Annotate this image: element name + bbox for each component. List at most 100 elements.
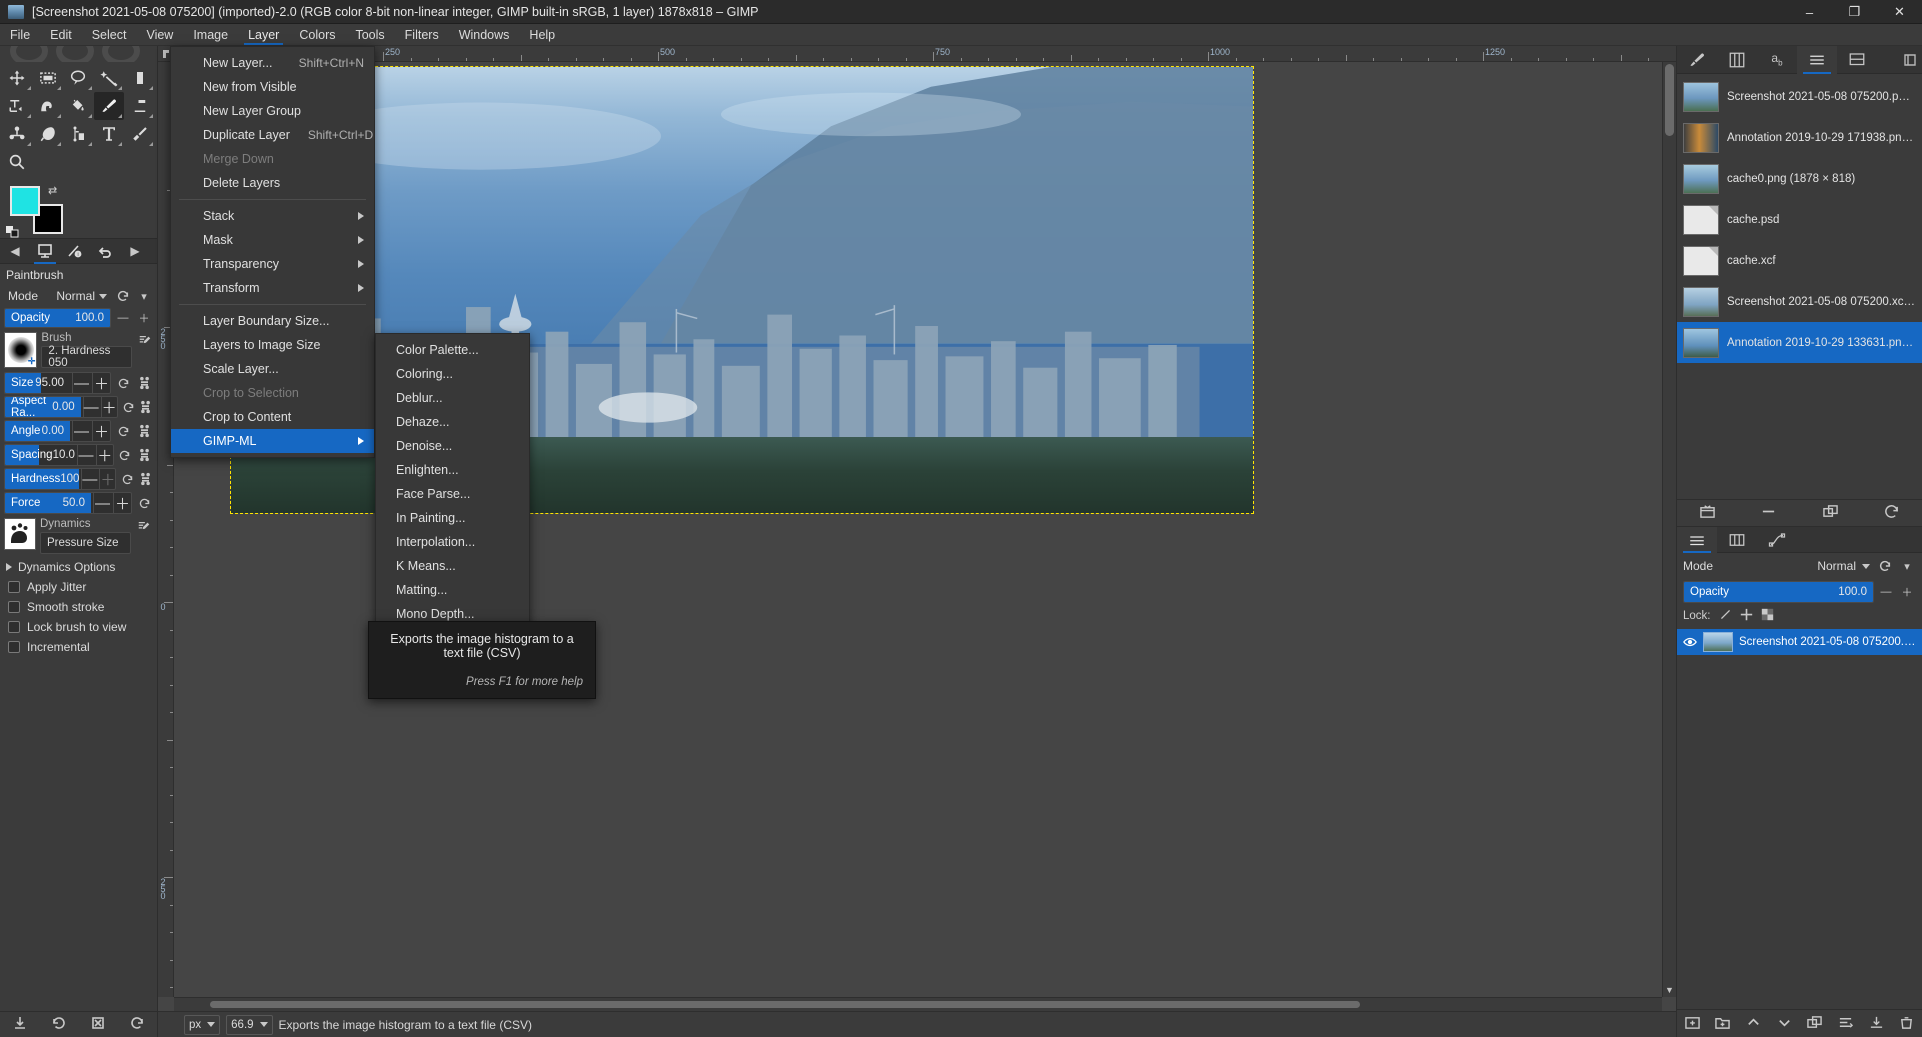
layer-mode-switch-icon[interactable] — [1876, 557, 1894, 575]
layer-opacity-slider[interactable]: Opacity 100.0 — [1683, 581, 1874, 603]
brush-selector[interactable]: 2. Hardness 050 — [41, 345, 133, 369]
reset-tool-options-icon[interactable] — [129, 1015, 145, 1034]
opacity-minus-icon[interactable]: — — [114, 309, 132, 327]
menu-item-deblur[interactable]: Deblur... — [376, 386, 529, 410]
layer-list[interactable]: Screenshot 2021-05-08 075200.png — [1677, 627, 1922, 1009]
angle-slider[interactable]: Angle 0.00 — [5, 421, 70, 441]
hardness-reset-icon[interactable] — [119, 470, 134, 488]
aspect-ratio-plus-icon[interactable]: ＋ — [100, 397, 117, 417]
menu-item-new-layer-group[interactable]: New Layer Group — [171, 99, 374, 123]
measure-tool[interactable] — [63, 120, 94, 148]
list-item[interactable]: Annotation 2019-10-29 171938.png (1920 ×… — [1677, 117, 1922, 158]
horizontal-ruler[interactable]: 250 500 750 1000 1250 — [174, 46, 1662, 62]
dock-menu-icon[interactable] — [1898, 53, 1922, 66]
color-picker-tool[interactable] — [124, 120, 155, 148]
paths-tab[interactable] — [1757, 527, 1797, 553]
menu-item-mask[interactable]: Mask — [171, 228, 374, 252]
menu-item-layers-to-image-size[interactable]: Layers to Image Size — [171, 333, 374, 357]
paintbrush-tool[interactable] — [93, 92, 125, 120]
layer-menu-dropdown[interactable]: New Layer... Shift+Ctrl+N New from Visib… — [170, 46, 375, 458]
size-slider[interactable]: Size 95.00 — [5, 373, 70, 393]
brush-preview[interactable]: ✛ — [4, 332, 38, 368]
undo-history-tab[interactable] — [90, 238, 120, 264]
angle-plus-icon[interactable]: ＋ — [92, 421, 110, 441]
aspect-ratio-slider[interactable]: Aspect Ra... 0.00 — [5, 397, 81, 417]
mode-reset-icon[interactable] — [114, 287, 132, 305]
channels-tab[interactable] — [1717, 527, 1757, 553]
dynamics-preview[interactable] — [4, 518, 36, 550]
smooth-stroke-checkbox[interactable] — [8, 601, 20, 613]
menu-item-denoise[interactable]: Denoise... — [376, 434, 529, 458]
menu-item-scale-layer[interactable]: Scale Layer... — [171, 357, 374, 381]
tool-preset-menu-icon[interactable]: ▾ — [135, 287, 153, 305]
menu-edit[interactable]: Edit — [40, 24, 82, 45]
spacing-slider[interactable]: Spacing 10.0 — [5, 445, 76, 465]
menu-select[interactable]: Select — [82, 24, 137, 45]
zoom-tool[interactable] — [2, 148, 33, 176]
menu-layer[interactable]: Layer — [238, 24, 289, 45]
new-layer-group-button[interactable] — [1714, 1015, 1731, 1033]
fonts-tab[interactable]: ab — [1757, 46, 1797, 74]
aspect-ratio-link-icon[interactable] — [138, 398, 153, 416]
brush-edit-icon[interactable] — [136, 332, 153, 350]
raise-layer-button[interactable] — [1745, 1015, 1762, 1033]
merge-layer-button[interactable] — [1868, 1015, 1885, 1033]
size-plus-icon[interactable]: ＋ — [92, 373, 110, 393]
restore-tool-options-icon[interactable] — [51, 1015, 67, 1034]
images-list[interactable]: Screenshot 2021-05-08 075200.png (1878 ×… — [1677, 74, 1922, 499]
raise-view-button[interactable] — [1699, 504, 1716, 522]
layer-opacity-minus-icon[interactable]: — — [1877, 583, 1895, 601]
menu-item-delete-layers[interactable]: Delete Layers — [171, 171, 374, 195]
layer-opacity-plus-icon[interactable]: ＋ — [1898, 583, 1916, 601]
close-button[interactable]: ✕ — [1877, 0, 1922, 24]
images-tab[interactable] — [1797, 45, 1837, 74]
menu-image[interactable]: Image — [183, 24, 238, 45]
menu-item-gimp-ml[interactable]: GIMP-ML — [171, 429, 374, 453]
menu-item-transform[interactable]: Transform — [171, 276, 374, 300]
layer-mode-menu-icon[interactable]: ▾ — [1898, 557, 1916, 575]
list-item[interactable]: cache.psd — [1677, 199, 1922, 240]
menu-item-in-painting[interactable]: In Painting... — [376, 506, 529, 530]
menu-item-matting[interactable]: Matting... — [376, 578, 529, 602]
maximize-button[interactable]: ❐ — [1832, 0, 1877, 24]
spacing-link-icon[interactable] — [136, 446, 153, 464]
menu-windows[interactable]: Windows — [449, 24, 520, 45]
lock-position-icon[interactable] — [1740, 608, 1753, 624]
menu-item-color-palette[interactable]: Color Palette... — [376, 338, 529, 362]
menu-item-new-from-visible[interactable]: New from Visible — [171, 75, 374, 99]
lock-pixels-icon[interactable] — [1719, 608, 1732, 624]
menu-item-crop-to-content[interactable]: Crop to Content — [171, 405, 374, 429]
vertical-scrollbar[interactable]: ▼ — [1662, 62, 1676, 997]
menu-item-enlighten[interactable]: Enlighten... — [376, 458, 529, 482]
document-history-tab[interactable] — [1837, 46, 1877, 74]
anchor-layer-button[interactable] — [1837, 1015, 1854, 1033]
list-item[interactable]: cache.xcf — [1677, 240, 1922, 281]
delete-button[interactable] — [1760, 504, 1777, 522]
blend-mode-dropdown[interactable]: Mode Normal — [4, 286, 111, 306]
horizontal-scrollbar-thumb[interactable] — [210, 1001, 1360, 1008]
angle-link-icon[interactable] — [135, 422, 153, 440]
list-item[interactable]: Screenshot 2021-05-08 075200.png (1878 ×… — [1677, 76, 1922, 117]
lock-brush-to-view-checkbox[interactable] — [8, 621, 20, 633]
force-plus-icon[interactable]: ＋ — [113, 493, 131, 513]
size-minus-icon[interactable]: — — [72, 373, 90, 393]
duplicate-layer-button[interactable] — [1806, 1015, 1823, 1033]
size-reset-icon[interactable] — [114, 374, 132, 392]
angle-minus-icon[interactable]: — — [72, 421, 90, 441]
menu-item-layer-boundary-size[interactable]: Layer Boundary Size... — [171, 309, 374, 333]
menu-colors[interactable]: Colors — [289, 24, 345, 45]
device-status-tab[interactable]: i — [60, 238, 90, 264]
fuzzy-select-tool[interactable] — [94, 64, 125, 92]
smudge-tool[interactable] — [33, 120, 64, 148]
hardness-minus-icon[interactable]: — — [81, 469, 97, 489]
table-row[interactable]: Screenshot 2021-05-08 075200.png — [1677, 629, 1922, 655]
new-layer-button[interactable] — [1684, 1015, 1701, 1033]
spacing-minus-icon[interactable]: — — [77, 445, 94, 465]
aspect-ratio-reset-icon[interactable] — [121, 398, 136, 416]
menu-filters[interactable]: Filters — [395, 24, 449, 45]
list-item[interactable]: Screenshot 2021-05-08 075200.xcf (298 × … — [1677, 281, 1922, 322]
bucket-partial-tool[interactable] — [124, 64, 155, 92]
apply-jitter-row[interactable]: Apply Jitter — [0, 577, 157, 597]
menu-item-interpolation[interactable]: Interpolation... — [376, 530, 529, 554]
spacing-plus-icon[interactable]: ＋ — [95, 445, 113, 465]
